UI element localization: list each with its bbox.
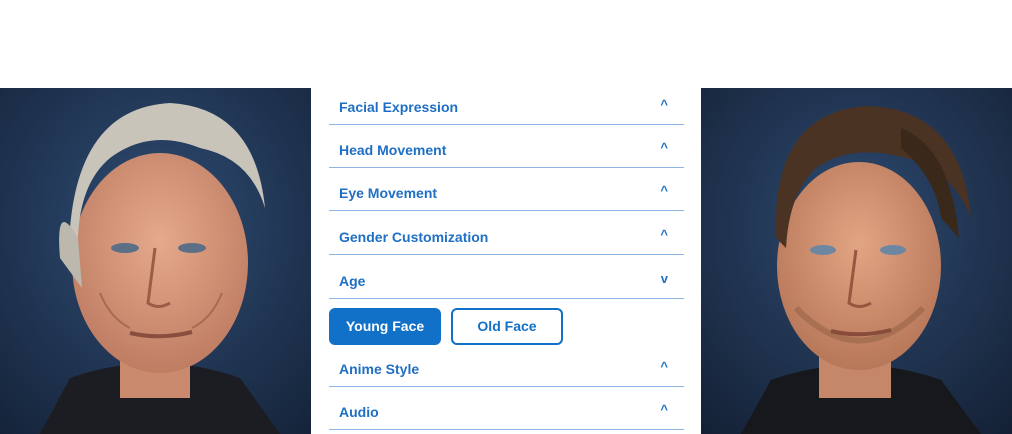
section-label: Audio [339, 404, 379, 420]
section-eye-movement[interactable]: Eye Movement ^ [329, 174, 684, 211]
section-label: Age [339, 273, 366, 289]
chevron-up-icon: ^ [660, 97, 668, 112]
section-head-movement[interactable]: Head Movement ^ [329, 131, 684, 168]
section-gender-customization[interactable]: Gender Customization ^ [329, 218, 684, 255]
section-label: Head Movement [339, 142, 447, 158]
old-face-button[interactable]: Old Face [451, 308, 563, 345]
young-face-button[interactable]: Young Face [329, 308, 441, 345]
chevron-up-icon: ^ [660, 359, 668, 374]
face-editor-screen: Facial Expression ^ Head Movement ^ Eye … [0, 0, 1012, 434]
chevron-up-icon: ^ [660, 227, 668, 242]
section-age[interactable]: Age v [329, 262, 684, 299]
chevron-up-icon: ^ [660, 183, 668, 198]
section-audio[interactable]: Audio ^ [329, 393, 684, 430]
chevron-up-icon: ^ [660, 140, 668, 155]
chevron-up-icon: ^ [660, 402, 668, 417]
original-face-image [701, 88, 1012, 434]
section-anime-style[interactable]: Anime Style ^ [329, 350, 684, 387]
original-face-illustration [701, 88, 1012, 434]
settings-panel: Facial Expression ^ Head Movement ^ Eye … [329, 88, 684, 434]
section-label: Gender Customization [339, 229, 489, 245]
aged-face-illustration [0, 88, 311, 434]
aged-face-image [0, 88, 311, 434]
chevron-down-icon: v [660, 271, 668, 286]
section-label: Eye Movement [339, 185, 438, 201]
section-label: Facial Expression [339, 99, 459, 115]
section-facial-expression[interactable]: Facial Expression ^ [329, 88, 684, 125]
section-label: Anime Style [339, 361, 420, 377]
